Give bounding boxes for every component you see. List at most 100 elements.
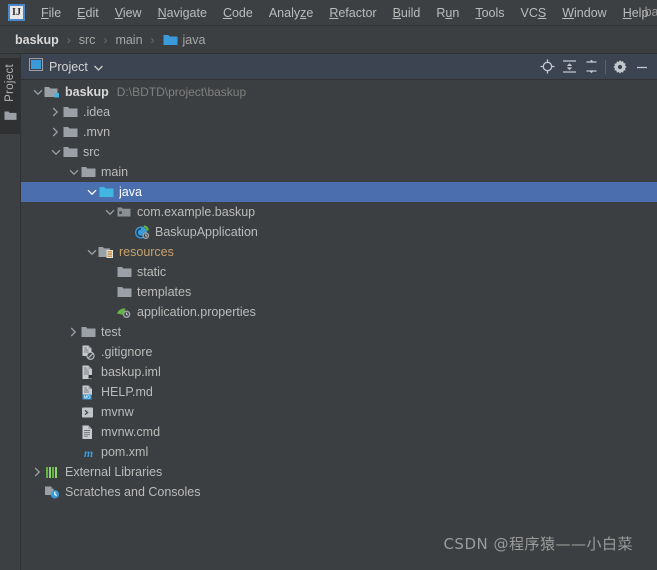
tree-row-label: test	[101, 325, 122, 339]
tree-row-label: baskup.iml	[101, 365, 161, 379]
menu-item-vcs[interactable]: VCS	[513, 3, 555, 23]
gear-icon[interactable]	[609, 56, 631, 78]
tree-row-help.md[interactable]: MD HELP.md	[21, 382, 657, 402]
maven-file-icon: m	[80, 444, 96, 460]
project-panel-header: Project	[21, 54, 657, 80]
menu-bar: IJ File Edit View Navigate Code Analyze Refact…	[0, 0, 657, 26]
menu-item-view[interactable]: View	[107, 3, 150, 23]
menu-item-code[interactable]: Code	[215, 3, 261, 23]
svg-text:m: m	[83, 446, 92, 459]
tree-row-label: HELP.md	[101, 385, 153, 399]
tree-arrow-placeholder	[67, 442, 80, 462]
tree-row-external-libraries[interactable]: External Libraries	[21, 462, 657, 482]
menu-item-run[interactable]: Run	[428, 3, 467, 23]
folder-icon	[62, 104, 78, 120]
menu-item-navigate[interactable]: Navigate	[150, 3, 215, 23]
markdown-file-icon: MD	[80, 384, 96, 400]
tree-row-java[interactable]: java	[21, 182, 657, 202]
expand-all-icon[interactable]	[558, 56, 580, 78]
breadcrumb: baskup › src › main › java	[0, 26, 657, 54]
tool-window-tab-project[interactable]: Project	[0, 58, 21, 134]
tree-row-label: resources	[119, 245, 174, 259]
folder-icon	[80, 164, 96, 180]
project-panel-title-group[interactable]: Project	[29, 57, 103, 76]
folder-icon	[116, 264, 132, 280]
source-folder-icon	[98, 184, 114, 200]
minimize-icon[interactable]	[631, 56, 653, 78]
chevron-right-icon[interactable]	[31, 462, 44, 482]
tree-row-application.properties[interactable]: application.properties	[21, 302, 657, 322]
tree-row-pom.xml[interactable]: m pom.xml	[21, 442, 657, 462]
chevron-down-icon[interactable]	[85, 182, 98, 202]
menu-item-analyze[interactable]: Analyze	[261, 3, 321, 23]
folder-icon	[62, 124, 78, 140]
tree-arrow-placeholder	[103, 262, 116, 282]
tree-arrow-placeholder	[67, 402, 80, 422]
menu-item-edit[interactable]: Edit	[69, 3, 107, 23]
tree-row-src[interactable]: src	[21, 142, 657, 162]
folder-icon	[116, 284, 132, 300]
libraries-icon	[44, 464, 60, 480]
chevron-down-icon[interactable]	[49, 142, 62, 162]
tree-row-baskup.iml[interactable]: baskup.iml	[21, 362, 657, 382]
menu-item-tools[interactable]: Tools	[467, 3, 512, 23]
tree-arrow-placeholder	[121, 222, 134, 242]
menu-item-build[interactable]: Build	[385, 3, 429, 23]
breadcrumb-separator: ›	[66, 32, 71, 47]
chevron-down-icon[interactable]	[67, 162, 80, 182]
tree-row-resources[interactable]: resources	[21, 242, 657, 262]
chevron-right-icon[interactable]	[49, 102, 62, 122]
tree-row-mvnw.cmd[interactable]: mvnw.cmd	[21, 422, 657, 442]
tree-arrow-placeholder	[67, 342, 80, 362]
project-tool-window: Project baskup D:\BDTD\project\baskup .i…	[21, 54, 657, 570]
tree-row-label: mvnw.cmd	[101, 425, 161, 439]
chevron-down-icon[interactable]	[93, 58, 103, 76]
window-title: bask	[644, 5, 657, 19]
chevron-down-icon[interactable]	[103, 202, 116, 222]
text-file-icon	[80, 424, 96, 440]
tree-row-label: application.properties	[137, 305, 256, 319]
chevron-down-icon[interactable]	[31, 82, 44, 102]
tree-row-label: .gitignore	[101, 345, 153, 359]
tree-row-.idea[interactable]: .idea	[21, 102, 657, 122]
chevron-down-icon[interactable]	[85, 242, 98, 262]
tree-row-com.example.baskup[interactable]: com.example.baskup	[21, 202, 657, 222]
module-folder-icon	[44, 84, 60, 100]
menu-item-window[interactable]: Window	[554, 3, 614, 23]
menu-item-file[interactable]: File	[33, 3, 69, 23]
breadcrumb-item-java[interactable]: java	[160, 32, 209, 48]
watermark-text: CSDN @程序猿——小白菜	[443, 535, 633, 553]
header-divider	[605, 59, 606, 74]
tree-row-.mvn[interactable]: .mvn	[21, 122, 657, 142]
tree-arrow-placeholder	[31, 482, 44, 502]
collapse-all-icon[interactable]	[580, 56, 602, 78]
tree-row-scratches-and-consoles[interactable]: Scratches and Consoles	[21, 482, 657, 502]
locate-crosshair-icon[interactable]	[536, 56, 558, 78]
tree-row-baskup[interactable]: baskup D:\BDTD\project\baskup	[21, 82, 657, 102]
tree-row-.gitignore[interactable]: .gitignore	[21, 342, 657, 362]
tree-row-baskupapplication[interactable]: BaskupApplication	[21, 222, 657, 242]
breadcrumb-separator: ›	[103, 32, 108, 47]
menu-items-container: File Edit View Navigate Code Analyze Refactor B…	[33, 3, 656, 23]
tree-row-mvnw[interactable]: mvnw	[21, 402, 657, 422]
tree-row-label: static	[137, 265, 167, 279]
tree-row-label: mvnw	[101, 405, 134, 419]
breadcrumb-item-src[interactable]: src	[76, 32, 99, 48]
menu-item-refactor[interactable]: Refactor	[321, 3, 384, 23]
tree-row-label: BaskupApplication	[155, 225, 258, 239]
breadcrumb-item-main[interactable]: main	[112, 32, 145, 48]
ij-logo-icon[interactable]: IJ	[8, 4, 25, 21]
tree-row-main[interactable]: main	[21, 162, 657, 182]
chevron-right-icon[interactable]	[49, 122, 62, 142]
tree-row-templates[interactable]: templates	[21, 282, 657, 302]
gitignore-file-icon	[80, 344, 96, 360]
tree-row-static[interactable]: static	[21, 262, 657, 282]
breadcrumb-item-baskup[interactable]: baskup	[12, 32, 62, 48]
project-tree[interactable]: baskup D:\BDTD\project\baskup .idea .mvn src…	[21, 80, 657, 570]
shell-script-icon	[80, 404, 96, 420]
breadcrumb-item-label: java	[182, 32, 206, 47]
tree-row-test[interactable]: test	[21, 322, 657, 342]
tree-row-label: main	[101, 165, 129, 179]
chevron-right-icon[interactable]	[67, 322, 80, 342]
tree-row-label: External Libraries	[65, 465, 163, 479]
